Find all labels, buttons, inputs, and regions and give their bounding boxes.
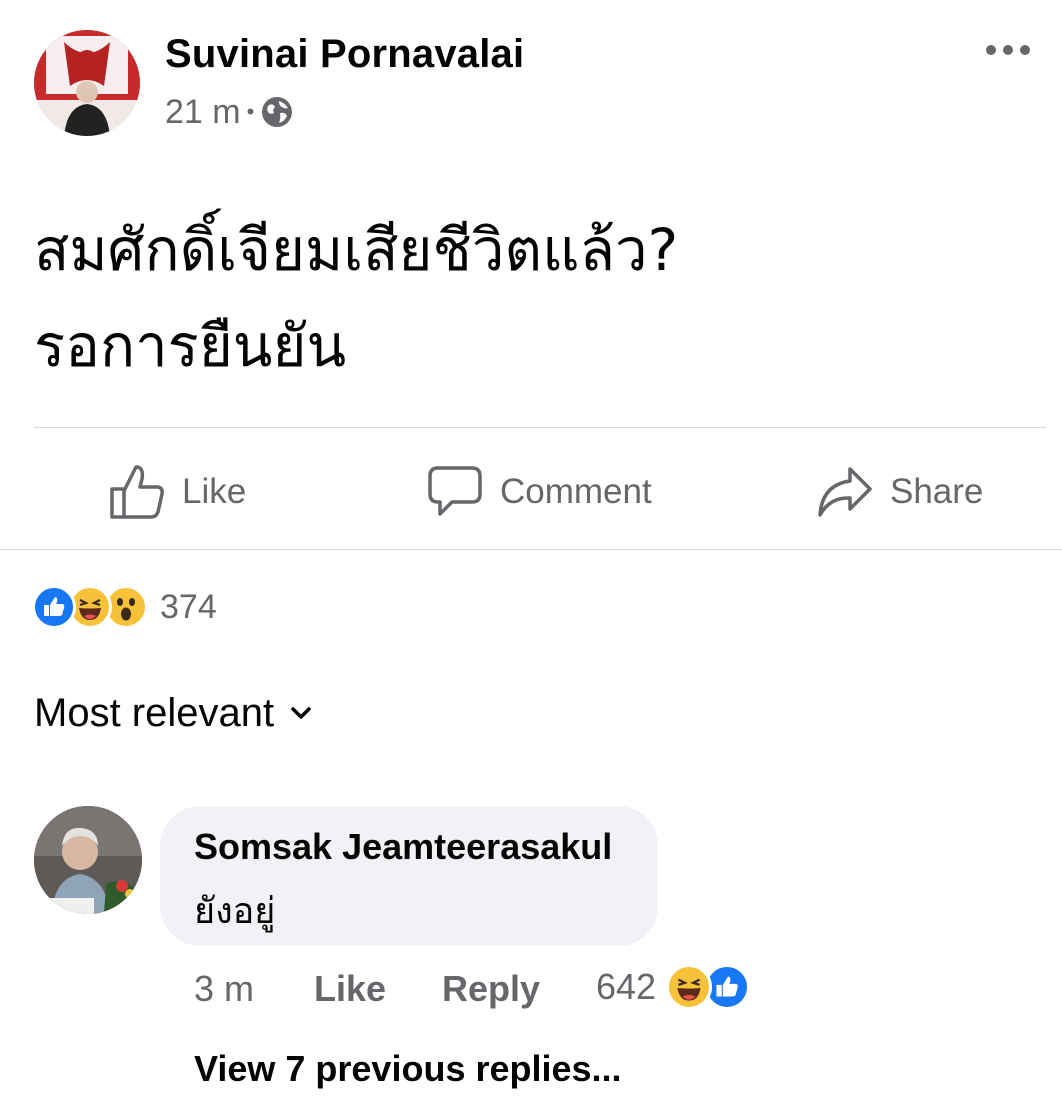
post-text-line-1: สมศักดิ์เจียมเสียชีวิตแล้ว? <box>34 216 679 284</box>
haha-reaction-icon <box>666 964 713 1010</box>
author-name[interactable]: Suvinai Pornavalai <box>165 32 524 77</box>
author-avatar[interactable] <box>34 30 140 136</box>
meta-separator: • <box>246 99 255 124</box>
comment-like-button[interactable]: Like <box>314 966 386 1012</box>
like-icon <box>110 465 164 519</box>
reaction-count: 374 <box>160 587 217 626</box>
post-text: สมศักดิ์เจียมเสียชีวิตแล้ว? รอการยืนยัน <box>34 202 1034 394</box>
like-label: Like <box>182 472 247 511</box>
comment-reactions[interactable]: 642 <box>596 962 751 1012</box>
reactions-summary[interactable]: 374 <box>32 582 217 632</box>
chevron-down-icon <box>291 707 311 719</box>
comment-text: ยังอยู่ <box>194 891 276 932</box>
comment-time: 3 m <box>194 968 255 1009</box>
share-icon <box>818 467 872 517</box>
comment-button[interactable]: Comment <box>426 462 652 522</box>
share-label: Share <box>890 472 984 511</box>
comment-reaction-count: 642 <box>596 966 657 1007</box>
like-button[interactable]: Like <box>108 462 246 522</box>
post-text-line-2: รอการยืนยัน <box>34 312 347 380</box>
share-button[interactable]: Share <box>816 462 983 522</box>
comment-sort-dropdown[interactable]: Most relevant <box>34 688 312 738</box>
like-reaction-icon <box>32 585 76 629</box>
sort-label: Most relevant <box>34 690 275 735</box>
commenter-name[interactable]: Somsak Jeamteerasakul <box>194 826 612 868</box>
comment-label: Comment <box>500 472 652 511</box>
comment-reply-button[interactable]: Reply <box>442 966 540 1012</box>
view-previous-replies-link[interactable]: View 7 previous replies... <box>194 1048 622 1090</box>
globe-icon <box>262 97 293 127</box>
comment-icon <box>428 466 482 516</box>
more-options-icon[interactable] <box>986 38 1030 62</box>
divider-bottom <box>0 549 1062 550</box>
divider-top <box>34 427 1046 428</box>
post-time[interactable]: 21 m <box>165 93 241 132</box>
post-meta: 21 m • <box>165 92 294 132</box>
commenter-avatar[interactable] <box>34 806 142 914</box>
